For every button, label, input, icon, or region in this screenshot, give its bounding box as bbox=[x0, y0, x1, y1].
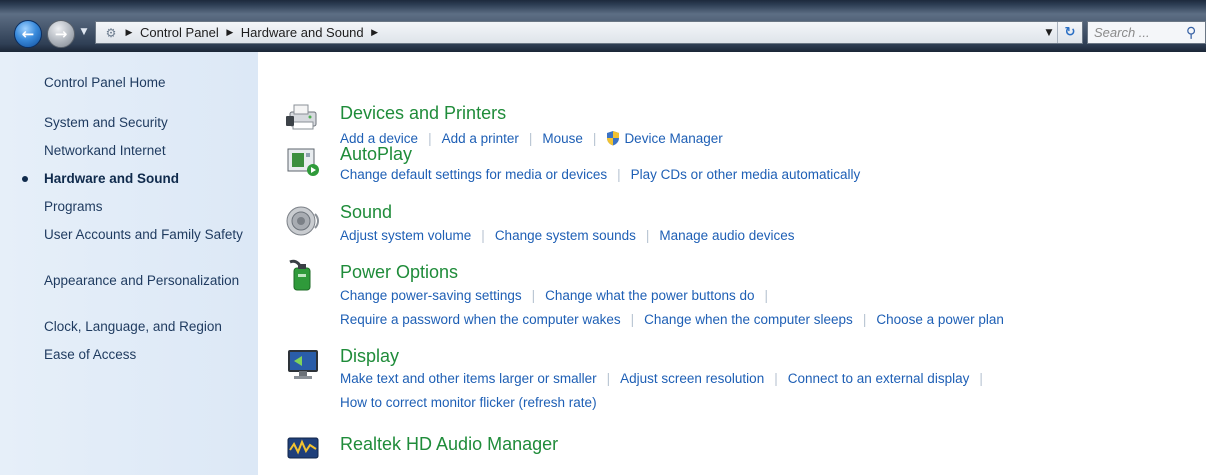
link-play-cds-automatically[interactable]: Play CDs or other media automatically bbox=[631, 167, 861, 182]
nav-control-panel-home[interactable]: Control Panel Home bbox=[44, 74, 249, 92]
category-title[interactable]: Devices and Printers bbox=[340, 103, 506, 124]
link-separator: | bbox=[645, 228, 650, 243]
nav-user-accounts-and-family-safety[interactable]: User Accounts and Family Safety bbox=[44, 226, 249, 244]
main-content: Devices and Printers Add a device | Add … bbox=[258, 52, 1206, 475]
link-change-system-sounds[interactable]: Change system sounds bbox=[495, 228, 636, 243]
nav-appearance-and-personalization[interactable]: Appearance and Personalization bbox=[44, 272, 249, 290]
breadcrumb-arrow-icon[interactable]: ▶ bbox=[368, 28, 382, 38]
link-add-a-printer[interactable]: Add a printer bbox=[442, 131, 519, 146]
nav-ease-of-access[interactable]: Ease of Access bbox=[44, 346, 249, 364]
link-row: How to correct monitor flicker (refresh … bbox=[340, 395, 597, 410]
link-change-power-saving-settings[interactable]: Change power-saving settings bbox=[340, 288, 522, 303]
category-title[interactable]: Sound bbox=[340, 202, 392, 223]
link-separator: | bbox=[481, 228, 485, 243]
category-title[interactable]: AutoPlay bbox=[340, 144, 412, 165]
link-adjust-system-volume[interactable]: Adjust system volume bbox=[340, 228, 471, 243]
link-row: Adjust system volume | Change system sou… bbox=[340, 228, 795, 243]
uac-shield-icon bbox=[607, 131, 620, 146]
category-title[interactable]: Power Options bbox=[340, 262, 458, 283]
display-icon[interactable] bbox=[286, 348, 320, 382]
link-device-manager[interactable]: Device Manager bbox=[624, 131, 722, 146]
link-make-text-larger[interactable]: Make text and other items larger or smal… bbox=[340, 371, 597, 386]
autoplay-icon[interactable] bbox=[286, 145, 320, 179]
link-adjust-screen-resolution[interactable]: Adjust screen resolution bbox=[620, 371, 764, 386]
control-panel-icon: ⚙ bbox=[105, 25, 117, 40]
realtek-audio-icon[interactable] bbox=[286, 432, 320, 466]
link-change-sleep-time[interactable]: Change when the computer sleeps bbox=[644, 312, 853, 327]
search-icon[interactable]: ⚲ bbox=[1186, 25, 1196, 41]
forward-button[interactable]: → bbox=[47, 20, 75, 48]
link-mouse[interactable]: Mouse bbox=[542, 131, 583, 146]
link-choose-power-plan[interactable]: Choose a power plan bbox=[876, 312, 1004, 327]
link-connect-external-display[interactable]: Connect to an external display bbox=[788, 371, 970, 386]
link-separator: | bbox=[979, 371, 983, 386]
refresh-icon[interactable]: ↻ bbox=[1057, 22, 1082, 43]
link-separator: | bbox=[606, 371, 611, 386]
breadcrumb-arrow-icon[interactable]: ▶ bbox=[223, 28, 237, 38]
back-arrow-icon: ← bbox=[21, 24, 35, 43]
link-separator: | bbox=[428, 130, 432, 146]
current-page-bullet-icon bbox=[22, 176, 28, 182]
link-separator: | bbox=[592, 130, 597, 146]
link-separator: | bbox=[774, 371, 778, 386]
breadcrumb-arrow-icon[interactable]: ▶ bbox=[122, 28, 136, 38]
search-input[interactable] bbox=[1088, 24, 1184, 41]
link-change-power-buttons[interactable]: Change what the power buttons do bbox=[545, 288, 754, 303]
breadcrumb-hardware-and-sound[interactable]: Hardware and Sound bbox=[237, 25, 368, 40]
category-title[interactable]: Display bbox=[340, 346, 399, 367]
speaker-icon[interactable] bbox=[286, 204, 320, 238]
link-manage-audio-devices[interactable]: Manage audio devices bbox=[659, 228, 794, 243]
search-box[interactable]: ⚲ bbox=[1087, 21, 1206, 44]
link-row: Make text and other items larger or smal… bbox=[340, 371, 993, 386]
breadcrumb-control-panel[interactable]: Control Panel bbox=[136, 25, 223, 40]
link-separator: | bbox=[764, 288, 769, 303]
title-bar: ← → ▼ ⚙ ▶ Control Panel ▶ Hardware and S… bbox=[0, 0, 1206, 52]
power-options-icon[interactable] bbox=[286, 258, 320, 292]
nav-system-and-security[interactable]: System and Security bbox=[44, 114, 249, 132]
link-row: Change power-saving settings | Change wh… bbox=[340, 288, 778, 303]
left-navigation-pane: Control Panel Home System and Security N… bbox=[0, 52, 258, 475]
link-row: Require a password when the computer wak… bbox=[340, 312, 1004, 327]
back-button[interactable]: ← bbox=[14, 20, 42, 48]
link-row: Change default settings for media or dev… bbox=[340, 167, 860, 182]
link-separator: | bbox=[528, 130, 533, 146]
link-correct-monitor-flicker[interactable]: How to correct monitor flicker (refresh … bbox=[340, 395, 597, 410]
link-change-default-settings[interactable]: Change default settings for media or dev… bbox=[340, 167, 607, 182]
nav-hardware-and-sound: Hardware and Sound bbox=[44, 171, 180, 186]
link-require-password-on-wake[interactable]: Require a password when the computer wak… bbox=[340, 312, 621, 327]
link-separator: | bbox=[531, 288, 536, 303]
nav-programs[interactable]: Programs bbox=[44, 198, 249, 216]
link-separator: | bbox=[630, 312, 635, 327]
address-dropdown-icon[interactable]: ▼ bbox=[1041, 28, 1057, 38]
link-separator: | bbox=[862, 312, 867, 327]
forward-arrow-icon: → bbox=[54, 24, 68, 43]
chevron-down-icon: ▼ bbox=[80, 27, 88, 37]
link-separator: | bbox=[617, 167, 621, 182]
address-bar[interactable]: ⚙ ▶ Control Panel ▶ Hardware and Sound ▶… bbox=[95, 21, 1083, 44]
category-title[interactable]: Realtek HD Audio Manager bbox=[340, 434, 558, 455]
nav-network-and-internet[interactable]: Networkand Internet bbox=[44, 142, 249, 160]
devices-printers-icon[interactable] bbox=[286, 100, 320, 134]
recent-pages-dropdown[interactable]: ▼ bbox=[77, 22, 91, 42]
nav-clock-language-region[interactable]: Clock, Language, and Region bbox=[44, 318, 249, 336]
